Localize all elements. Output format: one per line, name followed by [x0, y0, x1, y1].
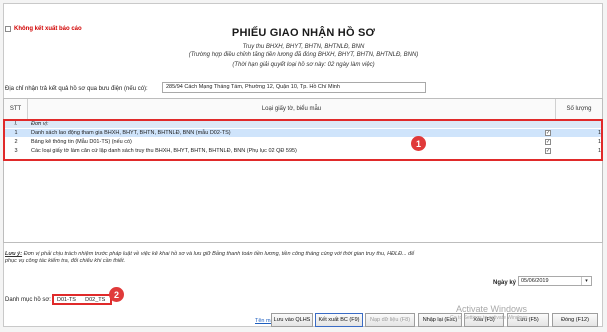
catalog-items[interactable]: D01-TS D02_TS [57, 297, 105, 303]
subtitle-line-2: (Trường hợp điều chỉnh tăng tiền lương đ… [188, 52, 419, 58]
marker-badge-1: 1 [411, 136, 426, 151]
row-checkbox[interactable]: ✓ [545, 148, 551, 154]
page-title: PHIẾU GIAO NHẬN HỒ SƠ [231, 27, 376, 39]
subtitle-line-3: (Thời hạn giải quyết loại hồ sơ này: 02 … [232, 62, 375, 68]
close-button[interactable]: Đóng (F12) [552, 313, 598, 327]
row-qty[interactable]: 1 [598, 129, 601, 137]
col-header-name[interactable]: Loại giấy tờ, biểu mẫu [28, 99, 556, 120]
note-text: Lưu ý: Đơn vị phải chịu trách nhiệm trướ… [5, 251, 425, 265]
table-row[interactable]: 3 Các loại giấy tờ làm căn cứ lập danh s… [4, 147, 602, 155]
catalog-list[interactable]: D01-TS D02_TS [52, 294, 112, 305]
table-row[interactable]: 1 Danh sách lao động tham gia BHXH, BHYT… [4, 129, 602, 137]
marker-badge-2: 2 [109, 287, 124, 302]
activation-watermark: Activate Windows [456, 304, 528, 314]
sign-date-input[interactable]: 05/06/2019 ▾ [518, 276, 592, 286]
row-checkbox[interactable]: ✓ [545, 139, 551, 145]
row-name: Danh sách lao động tham gia BHXH, BHYT, … [31, 130, 231, 136]
col-header-stt[interactable]: STT [4, 99, 28, 120]
save-qlhs-button[interactable]: Lưu vào QLHS [271, 313, 313, 327]
note-body: Đơn vị phải chịu trách nhiệm trước pháp … [5, 251, 415, 264]
note-label: Lưu ý: [5, 251, 23, 257]
row-stt: 1 [14, 130, 18, 136]
row-stt: 3 [14, 148, 18, 154]
load-data-button[interactable]: Nạp dữ liệu (F8) [365, 313, 415, 327]
activation-watermark-sub: Go to Settings to activate Windows. [450, 315, 529, 321]
row-checkbox[interactable]: ✓ [545, 130, 551, 136]
address-input[interactable]: 285/94 Cách Mạng Tháng Tám, Phường 12, Q… [162, 82, 426, 93]
row-qty[interactable]: 1 [598, 147, 601, 155]
documents-table: STT Loại giấy tờ, biểu mẫu Số lượng I. Đ… [3, 98, 603, 243]
subtitle-line-1: Truy thu BHXH, BHYT, BHTN, BHTNLĐ, BNN [242, 44, 365, 50]
catalog-label: Danh mục hồ sơ: [5, 297, 51, 303]
row-name: Các loại giấy tờ làm căn cứ lập danh sác… [31, 148, 297, 154]
group-name: Đơn vị: [31, 121, 49, 127]
sign-date-label: Ngày ký [493, 280, 517, 286]
row-stt: 2 [14, 139, 18, 145]
group-stt: I. [14, 121, 18, 127]
address-label: Địa chỉ nhận trả kết quả hồ sơ qua bưu đ… [5, 86, 148, 92]
sign-date-value: 05/06/2019 [521, 278, 549, 284]
export-button[interactable]: Kết xuất BC (F9) [315, 313, 363, 327]
table-group-row[interactable]: I. Đơn vị: [4, 120, 602, 128]
chevron-down-icon[interactable]: ▾ [581, 277, 591, 285]
row-qty[interactable]: 1 [598, 138, 601, 146]
row-name: Bảng kê thông tin (Mẫu D01-TS) (nếu có) [31, 139, 132, 145]
table-row[interactable]: 2 Bảng kê thông tin (Mẫu D01-TS) (nếu có… [4, 138, 602, 146]
col-header-qty[interactable]: Số lượng [556, 99, 602, 120]
